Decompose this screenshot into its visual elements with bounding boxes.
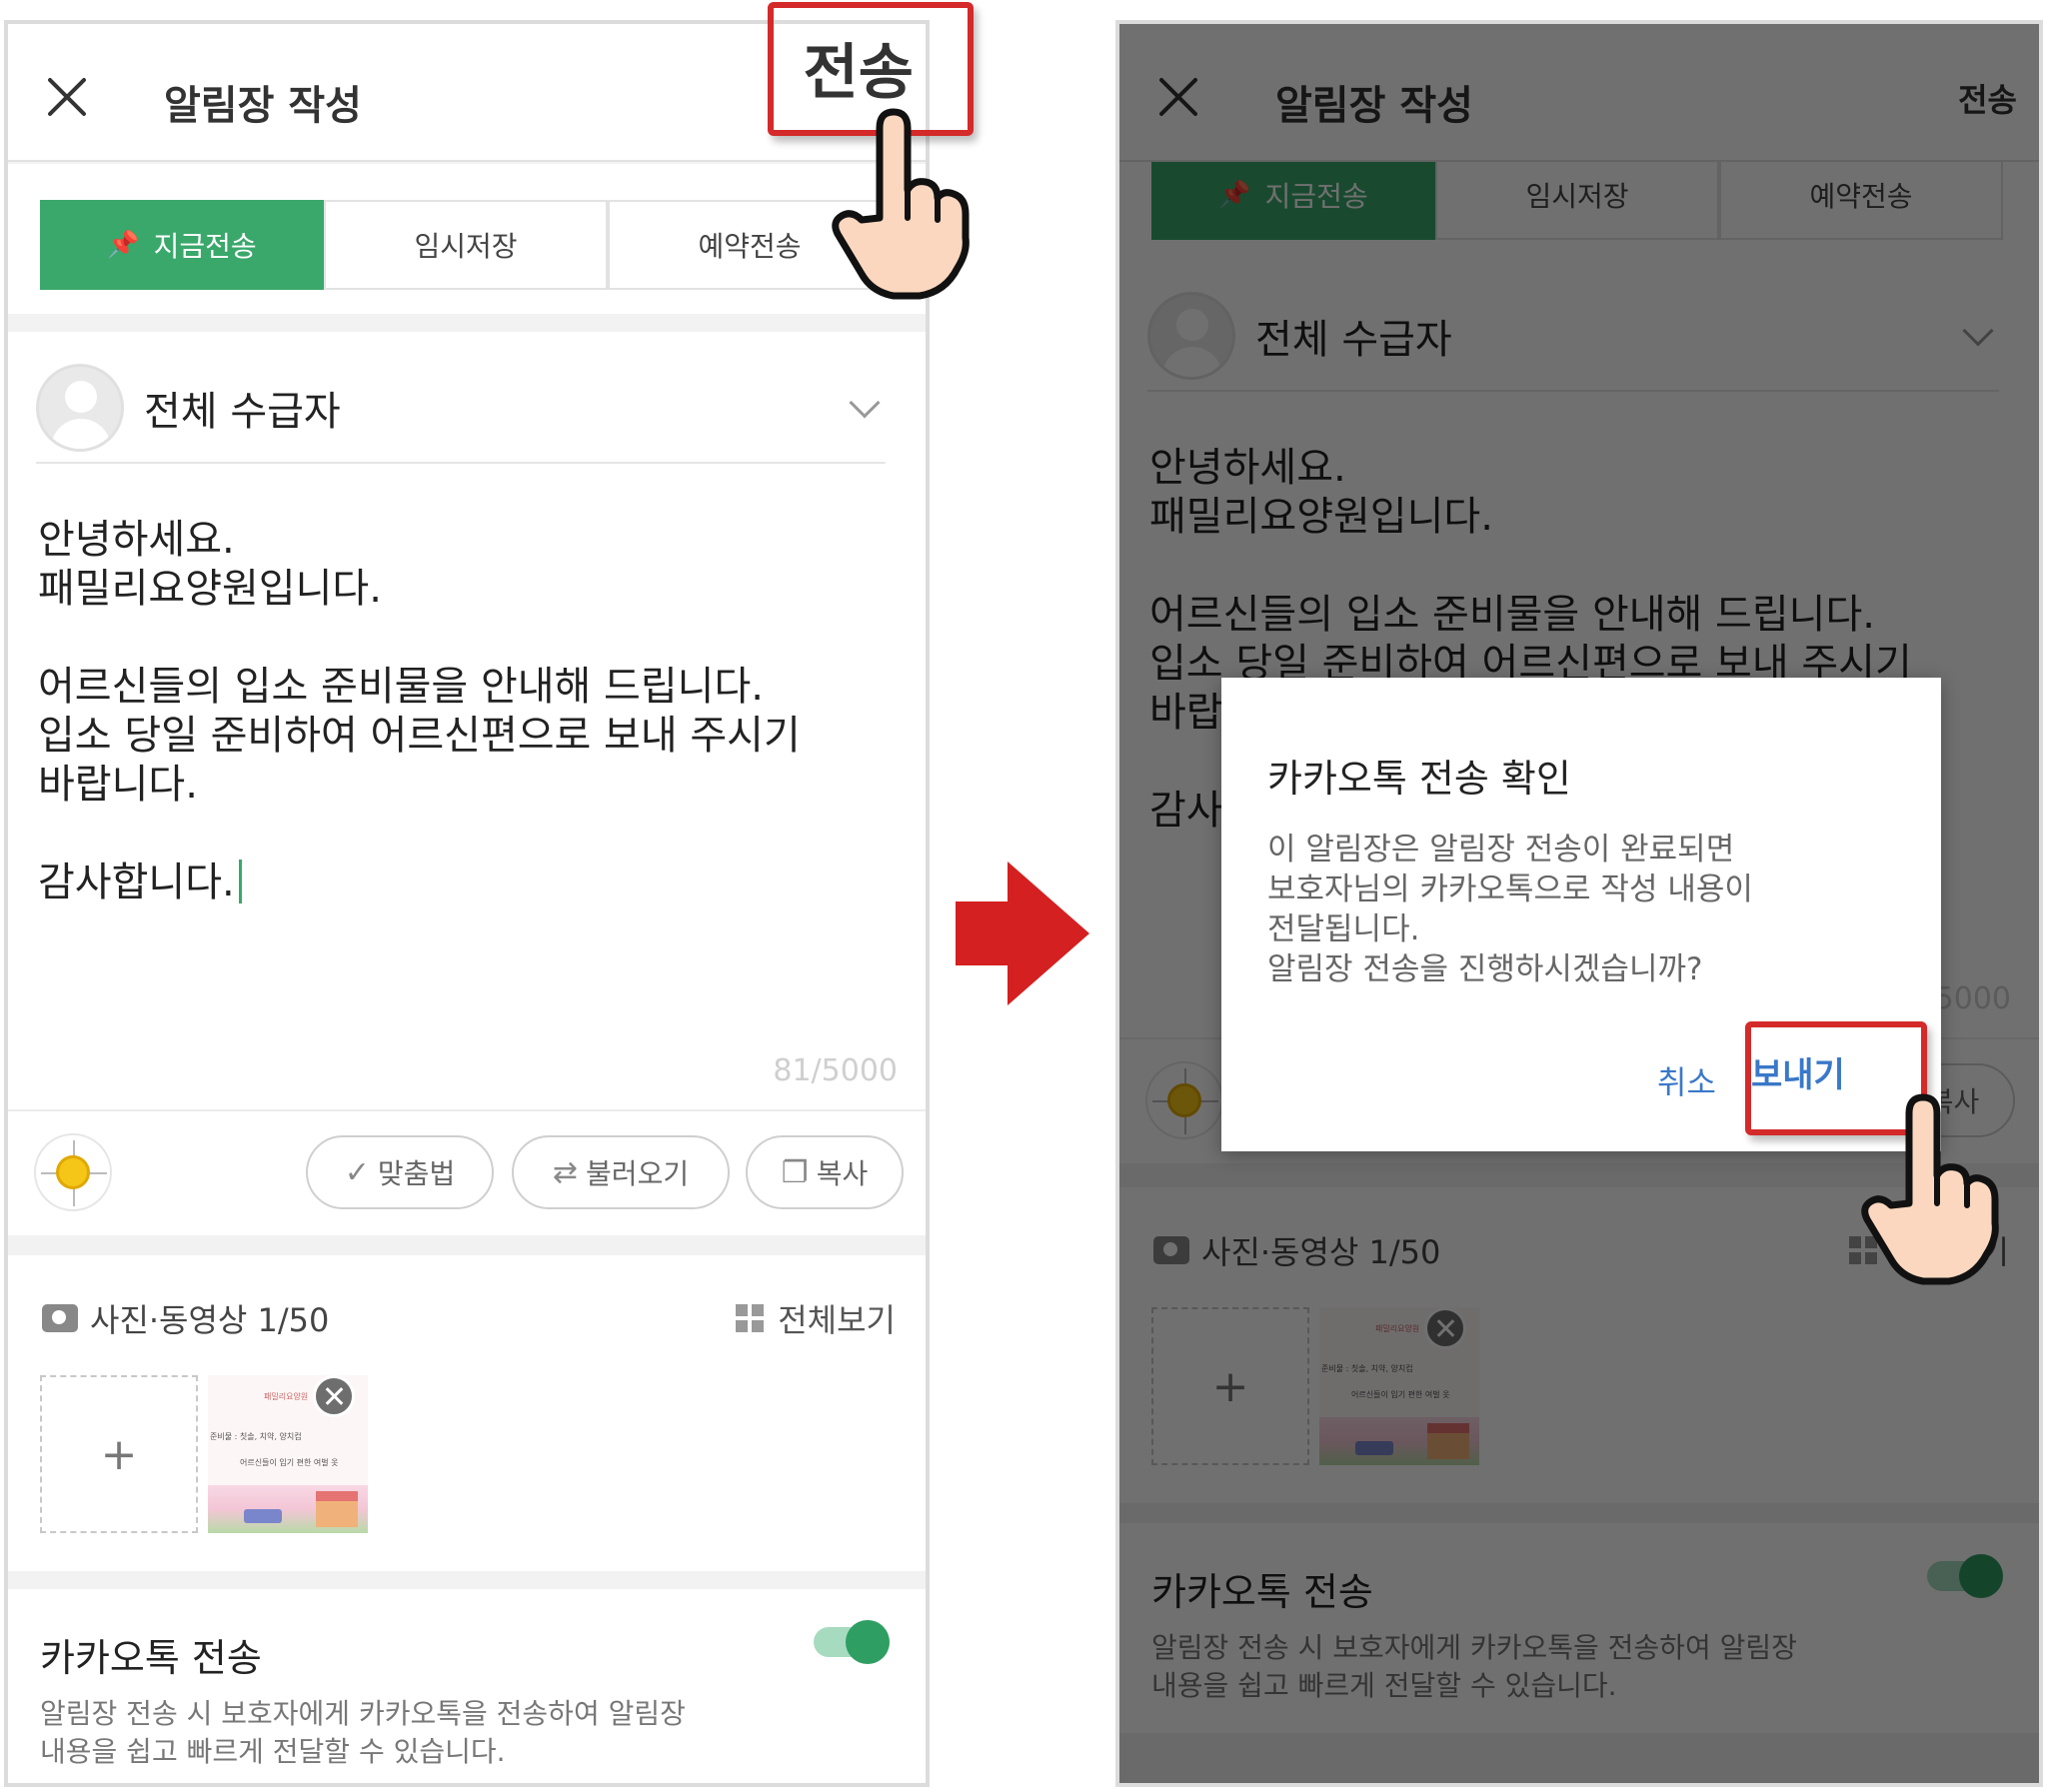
camera-icon: [42, 1304, 78, 1332]
spellcheck-icon: ✓: [344, 1154, 370, 1190]
remove-icon[interactable]: [313, 1375, 355, 1417]
sun-icon[interactable]: [34, 1133, 112, 1211]
kakao-section: 카카오톡 전송 알림장 전송 시 보호자에게 카카오톡을 전송하여 알림장 내용…: [8, 1589, 926, 1783]
arrow-right-icon: [956, 862, 1089, 1005]
char-counter: 81/5000: [773, 1053, 898, 1088]
view-all-button[interactable]: 전체보기: [736, 1295, 896, 1341]
load-icon: ⇄: [552, 1154, 579, 1190]
compose-screen: 알림장 작성 전송 📌 지금전송 임시저장 예약전송 전체 수급자 안녕하세요. …: [4, 20, 930, 1787]
copy-button[interactable]: ❐복사: [746, 1135, 904, 1209]
tab-send-now[interactable]: 📌지금전송: [40, 200, 324, 290]
copy-icon: ❐: [781, 1154, 809, 1190]
load-button[interactable]: ⇄불러오기: [512, 1135, 730, 1209]
pointing-hand-icon: [832, 108, 970, 300]
avatar-icon: [36, 364, 124, 452]
grid-icon: [736, 1304, 765, 1332]
pin-icon: 📌: [107, 230, 140, 260]
dialog-message: 이 알림장은 알림장 전송이 완료되면 보호자님의 카카오톡으로 작성 내용이 …: [1267, 832, 1753, 987]
pointing-hand-icon: [1861, 1093, 1999, 1285]
tutorial-canvas: 알림장 작성 전송 📌 지금전송 임시저장 예약전송 전체 수급자 안녕하세요. …: [0, 0, 2047, 1792]
compose-toolbar: ✓맞춤법 ⇄불러오기 ❐복사: [8, 1109, 926, 1235]
media-section: 사진·동영상 1/50 전체보기 + 패밀리요양원 준비물 : 칫솔, 치약, …: [8, 1255, 926, 1571]
recipient-label: 전체 수급자: [144, 389, 341, 435]
kakao-title: 카카오톡 전송: [40, 1636, 262, 1680]
tab-save-draft[interactable]: 임시저장: [324, 200, 608, 290]
page-title: 알림장 작성: [164, 83, 362, 129]
kakao-description: 알림장 전송 시 보호자에게 카카오톡을 전송하여 알림장 내용을 쉽고 빠르게…: [40, 1697, 686, 1768]
compose-area: 전체 수급자 안녕하세요. 패밀리요양원입니다. 어르신들의 입소 준비물을 안…: [8, 332, 926, 1235]
add-media-button[interactable]: +: [40, 1375, 198, 1533]
text-caret: [238, 860, 242, 903]
recipient-selector[interactable]: 전체 수급자: [36, 354, 886, 464]
send-mode-tabs: 📌지금전송 임시저장 예약전송: [8, 164, 926, 314]
message-textarea[interactable]: 안녕하세요. 패밀리요양원입니다. 어르신들의 입소 준비물을 안내해 드립니다…: [38, 516, 888, 907]
spellcheck-button[interactable]: ✓맞춤법: [306, 1135, 494, 1209]
media-count: 사진·동영상 1/50: [90, 1301, 330, 1339]
cancel-button[interactable]: 취소: [1657, 1057, 1716, 1103]
kakao-toggle[interactable]: [814, 1620, 890, 1664]
close-icon[interactable]: [44, 74, 90, 120]
chevron-down-icon[interactable]: [849, 387, 881, 419]
dialog-title: 카카오톡 전송 확인: [1267, 757, 1571, 801]
